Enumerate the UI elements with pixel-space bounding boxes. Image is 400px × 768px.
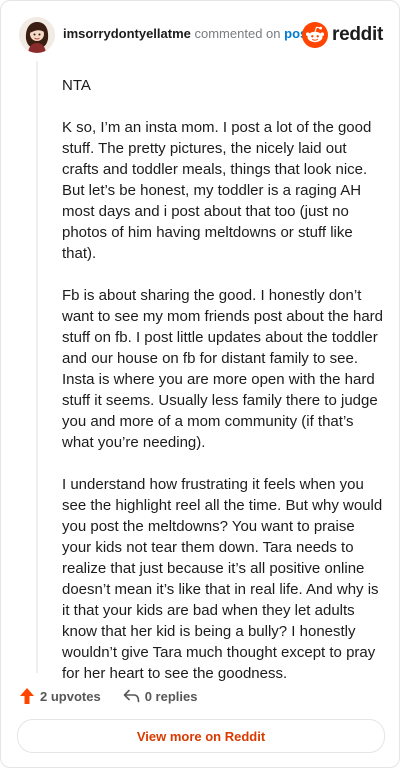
upvote-arrow-icon xyxy=(20,688,34,704)
thread-line[interactable] xyxy=(36,61,38,673)
view-more-button[interactable]: View more on Reddit xyxy=(17,719,385,753)
comment-actions: 2 upvotes 0 replies xyxy=(19,685,219,707)
byline-action-text: commented on xyxy=(194,26,281,41)
reply-arrow-icon xyxy=(123,689,139,703)
comment-header: imsorrydontyellatme commented on post re… xyxy=(19,17,383,53)
comment-paragraph: NTA xyxy=(62,77,91,94)
comment-paragraph: K so, I’m an insta mom. I post a lot of … xyxy=(62,119,372,262)
user-avatar[interactable] xyxy=(19,17,55,53)
comment-card: imsorrydontyellatme commented on post re… xyxy=(0,0,400,768)
upvote-button[interactable]: 2 upvotes xyxy=(19,687,101,705)
username-link[interactable]: imsorrydontyellatme xyxy=(63,26,191,41)
reddit-wordmark: reddit xyxy=(332,24,383,45)
comment-byline: imsorrydontyellatme commented on post xyxy=(63,26,312,41)
upvote-count: 2 upvotes xyxy=(40,688,101,704)
reddit-snoo-icon xyxy=(302,22,329,48)
comment-paragraph: I understand how frustrating it feels wh… xyxy=(62,476,383,682)
reddit-brand[interactable]: reddit xyxy=(302,21,383,49)
reply-button[interactable]: 0 replies xyxy=(123,688,198,704)
comment-paragraph: Fb is about sharing the good. I honestly… xyxy=(62,287,383,451)
avatar-illustration-icon xyxy=(19,17,55,53)
reply-count: 0 replies xyxy=(144,688,198,704)
comment-body: NTA K so, I’m an insta mom. I post a lot… xyxy=(62,75,384,705)
